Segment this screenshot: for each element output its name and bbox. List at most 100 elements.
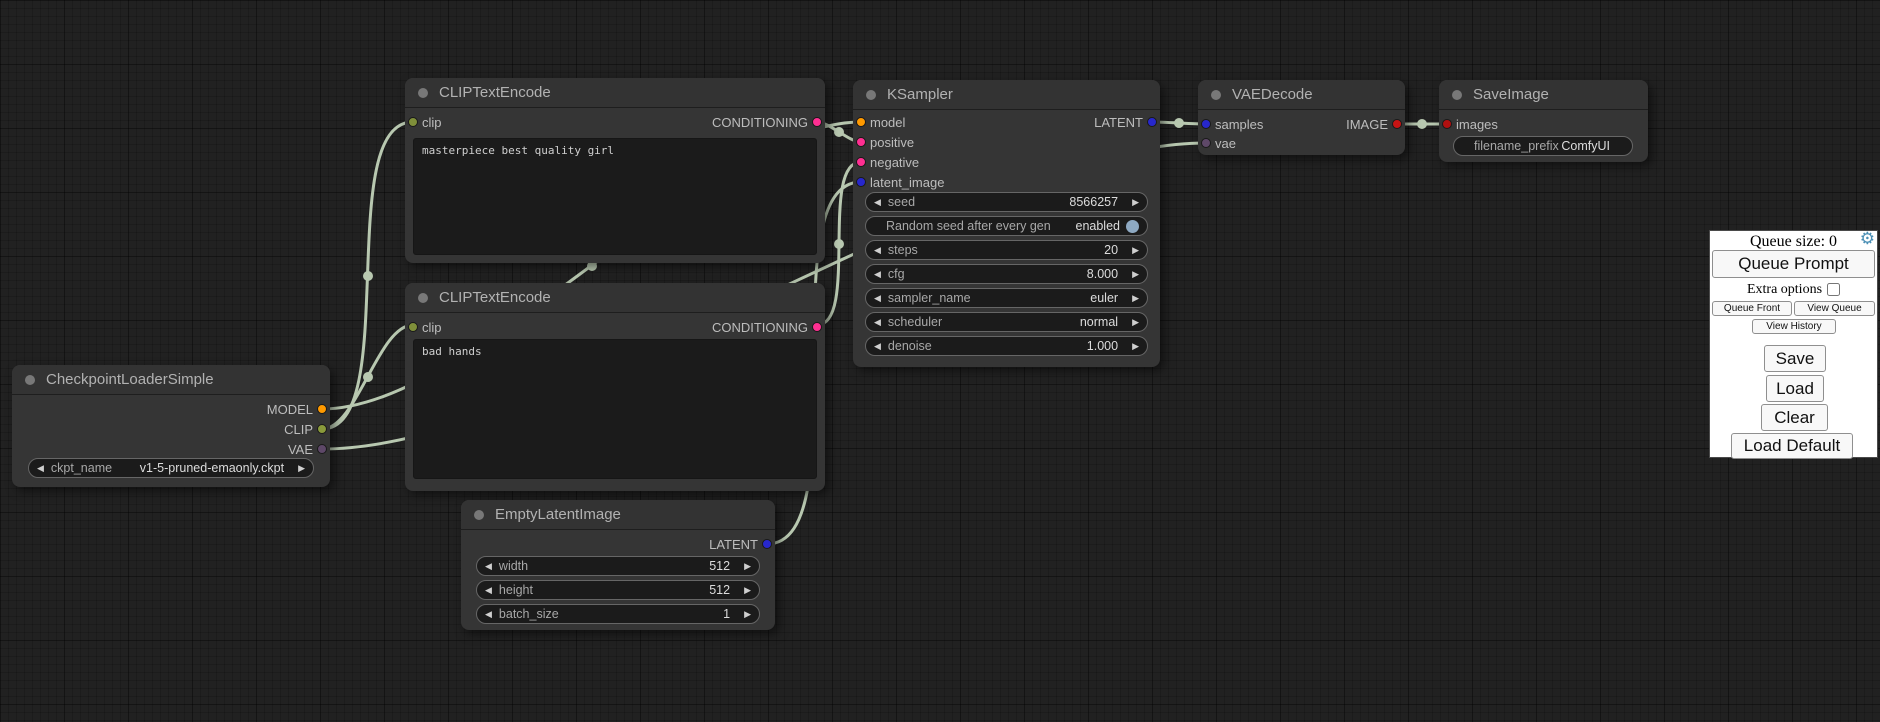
input-port-images[interactable]: images <box>1439 116 1498 132</box>
port-dot-positive[interactable] <box>856 137 866 147</box>
collapse-dot-icon[interactable] <box>418 88 428 98</box>
arrow-right-icon[interactable]: ▶ <box>298 463 305 474</box>
input-port-vae[interactable]: vae <box>1198 135 1236 151</box>
node-title-bar[interactable]: VAEDecode <box>1198 80 1405 110</box>
cfg-widget[interactable]: ◀ cfg 8.000 ▶ <box>865 264 1148 284</box>
node-title-bar[interactable]: CheckpointLoaderSimple <box>12 365 330 395</box>
collapse-dot-icon[interactable] <box>25 375 35 385</box>
view-history-button[interactable]: View History <box>1752 319 1836 334</box>
load-default-button[interactable]: Load Default <box>1731 433 1853 459</box>
scheduler-widget[interactable]: ◀ scheduler normal ▶ <box>865 312 1148 332</box>
node-title-bar[interactable]: KSampler <box>853 80 1160 110</box>
arrow-left-icon[interactable]: ◀ <box>485 609 492 620</box>
height-widget[interactable]: ◀ height 512 ▶ <box>476 580 760 600</box>
arrow-right-icon[interactable]: ▶ <box>1132 197 1139 208</box>
port-dot-vae[interactable] <box>1201 138 1211 148</box>
arrow-right-icon[interactable]: ▶ <box>1132 317 1139 328</box>
port-dot-conditioning[interactable] <box>812 117 822 127</box>
input-port-positive[interactable]: positive <box>853 134 914 150</box>
arrow-left-icon[interactable]: ◀ <box>874 293 881 304</box>
node-clip-text-encode-positive[interactable]: CLIPTextEncode clip CONDITIONING masterp… <box>405 78 825 263</box>
input-port-clip[interactable]: clip <box>405 114 442 130</box>
settings-gear-icon[interactable]: ⚙ <box>1860 230 1875 247</box>
filename-prefix-widget[interactable]: filename_prefix ComfyUI <box>1453 136 1633 156</box>
port-dot-model[interactable] <box>317 404 327 414</box>
seed-widget[interactable]: ◀ seed 8566257 ▶ <box>865 192 1148 212</box>
node-title-bar[interactable]: CLIPTextEncode <box>405 78 825 108</box>
arrow-right-icon[interactable]: ▶ <box>744 561 751 572</box>
arrow-right-icon[interactable]: ▶ <box>1132 293 1139 304</box>
arrow-left-icon[interactable]: ◀ <box>874 245 881 256</box>
arrow-left-icon[interactable]: ◀ <box>874 317 881 328</box>
collapse-dot-icon[interactable] <box>474 510 484 520</box>
output-port-clip[interactable]: CLIP <box>284 421 330 437</box>
arrow-right-icon[interactable]: ▶ <box>744 609 751 620</box>
toggle-circle-icon[interactable] <box>1126 220 1139 233</box>
arrow-left-icon[interactable]: ◀ <box>37 463 44 474</box>
node-title-bar[interactable]: SaveImage <box>1439 80 1648 110</box>
node-title-bar[interactable]: EmptyLatentImage <box>461 500 775 530</box>
queue-prompt-button[interactable]: Queue Prompt <box>1712 250 1875 278</box>
input-port-clip[interactable]: clip <box>405 319 442 335</box>
output-port-model[interactable]: MODEL <box>267 401 330 417</box>
port-dot-conditioning[interactable] <box>812 322 822 332</box>
collapse-dot-icon[interactable] <box>1452 90 1462 100</box>
output-port-conditioning[interactable]: CONDITIONING <box>712 114 825 130</box>
output-port-image[interactable]: IMAGE <box>1346 116 1405 132</box>
comfyui-canvas[interactable]: { "canvas": { "background": "#212121", "… <box>0 0 1880 722</box>
port-dot-clip[interactable] <box>408 322 418 332</box>
node-ksampler[interactable]: KSampler model positive negative latent_… <box>853 80 1160 367</box>
port-dot-samples[interactable] <box>1201 119 1211 129</box>
node-checkpoint-loader[interactable]: CheckpointLoaderSimple MODEL CLIP VAE ◀ … <box>12 365 330 487</box>
arrow-right-icon[interactable]: ▶ <box>1132 245 1139 256</box>
node-title-bar[interactable]: CLIPTextEncode <box>405 283 825 313</box>
input-port-model[interactable]: model <box>853 114 905 130</box>
negative-prompt-textarea[interactable]: bad hands <box>413 339 817 479</box>
output-port-latent[interactable]: LATENT <box>1094 114 1160 130</box>
view-queue-button[interactable]: View Queue <box>1794 301 1875 316</box>
sampler-name-widget[interactable]: ◀ sampler_name euler ▶ <box>865 288 1148 308</box>
random-seed-toggle-widget[interactable]: Random seed after every gen enabled <box>865 216 1148 236</box>
node-empty-latent-image[interactable]: EmptyLatentImage LATENT ◀ width 512 ▶ ◀ … <box>461 500 775 630</box>
port-dot-image[interactable] <box>1392 119 1402 129</box>
ckpt-name-widget[interactable]: ◀ ckpt_name v1-5-pruned-emaonly.ckpt ▶ <box>28 458 314 478</box>
node-clip-text-encode-negative[interactable]: CLIPTextEncode clip CONDITIONING bad han… <box>405 283 825 491</box>
port-dot-images[interactable] <box>1442 119 1452 129</box>
arrow-left-icon[interactable]: ◀ <box>874 269 881 280</box>
port-dot-latent[interactable] <box>1147 117 1157 127</box>
node-save-image[interactable]: SaveImage images filename_prefix ComfyUI <box>1439 80 1648 162</box>
collapse-dot-icon[interactable] <box>1211 90 1221 100</box>
input-port-negative[interactable]: negative <box>853 154 919 170</box>
load-button[interactable]: Load <box>1766 375 1824 402</box>
port-dot-vae[interactable] <box>317 444 327 454</box>
queue-front-button[interactable]: Queue Front <box>1712 301 1792 316</box>
port-dot-latent[interactable] <box>762 539 772 549</box>
arrow-left-icon[interactable]: ◀ <box>874 197 881 208</box>
extra-options-checkbox[interactable] <box>1827 283 1840 296</box>
arrow-left-icon[interactable]: ◀ <box>485 561 492 572</box>
input-port-samples[interactable]: samples <box>1198 116 1263 132</box>
arrow-right-icon[interactable]: ▶ <box>1132 269 1139 280</box>
port-dot-negative[interactable] <box>856 157 866 167</box>
port-dot-latent-image[interactable] <box>856 177 866 187</box>
width-widget[interactable]: ◀ width 512 ▶ <box>476 556 760 576</box>
save-button[interactable]: Save <box>1764 345 1826 372</box>
arrow-left-icon[interactable]: ◀ <box>485 585 492 596</box>
positive-prompt-textarea[interactable]: masterpiece best quality girl <box>413 138 817 255</box>
output-port-conditioning[interactable]: CONDITIONING <box>712 319 825 335</box>
arrow-left-icon[interactable]: ◀ <box>874 341 881 352</box>
node-vae-decode[interactable]: VAEDecode samples vae IMAGE <box>1198 80 1405 155</box>
collapse-dot-icon[interactable] <box>866 90 876 100</box>
arrow-right-icon[interactable]: ▶ <box>1132 341 1139 352</box>
batch-size-widget[interactable]: ◀ batch_size 1 ▶ <box>476 604 760 624</box>
input-port-latent-image[interactable]: latent_image <box>853 174 944 190</box>
port-dot-model[interactable] <box>856 117 866 127</box>
port-dot-clip[interactable] <box>317 424 327 434</box>
clear-button[interactable]: Clear <box>1761 404 1828 431</box>
denoise-widget[interactable]: ◀ denoise 1.000 ▶ <box>865 336 1148 356</box>
port-dot-clip[interactable] <box>408 117 418 127</box>
steps-widget[interactable]: ◀ steps 20 ▶ <box>865 240 1148 260</box>
arrow-right-icon[interactable]: ▶ <box>744 585 751 596</box>
output-port-latent[interactable]: LATENT <box>709 536 775 552</box>
collapse-dot-icon[interactable] <box>418 293 428 303</box>
